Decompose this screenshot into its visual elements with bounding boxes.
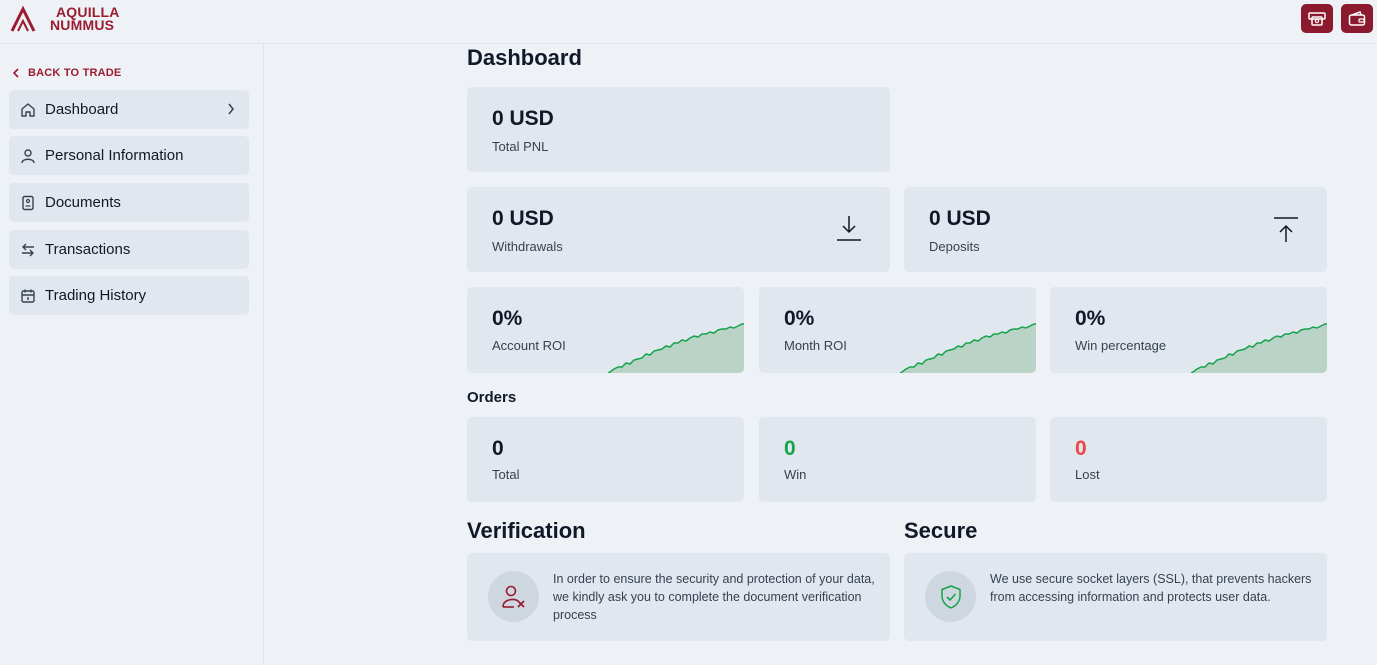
account-roi-label: Account ROI [492, 338, 566, 353]
transfer-icon [20, 242, 36, 258]
orders-win-card: 0 Win [759, 417, 1036, 502]
withdrawals-card[interactable]: 0 USD Withdrawals [467, 187, 890, 272]
secure-text: We use secure socket layers (SSL), that … [990, 572, 1312, 604]
brand-logo[interactable]: AQUILLA NUMMUS [10, 5, 120, 33]
sidebar-item-personal-information[interactable]: Personal Information [9, 136, 249, 175]
chevron-right-icon [227, 102, 235, 120]
month-roi-sparkline [900, 323, 1036, 373]
secure-icon-circle [925, 571, 976, 622]
page-title: Dashboard [467, 45, 582, 70]
top-bar: AQUILLA NUMMUS [0, 0, 1377, 44]
win-percentage-value: 0% [1075, 307, 1106, 330]
sidebar-item-label: Documents [45, 194, 121, 211]
orders-lost-card: 0 Lost [1050, 417, 1327, 502]
orders-lost-value: 0 [1075, 437, 1087, 460]
orders-lost-label: Lost [1075, 467, 1100, 482]
deposits-value: 0 USD [929, 207, 991, 230]
sidebar-item-trading-history[interactable]: Trading History [9, 276, 249, 315]
chevron-left-icon [12, 68, 19, 78]
verification-icon-circle [488, 571, 539, 622]
shield-check-icon [940, 584, 961, 609]
secure-title: Secure [904, 518, 978, 543]
verification-card[interactable]: In order to ensure the security and prot… [467, 553, 890, 641]
orders-total-card: 0 Total [467, 417, 744, 502]
download-icon [836, 214, 862, 247]
orders-heading: Orders [467, 389, 517, 406]
calendar-icon [20, 288, 36, 304]
wallet-icon [1348, 10, 1366, 26]
withdrawals-label: Withdrawals [492, 239, 563, 254]
back-to-trade-link[interactable]: BACK TO TRADE [12, 67, 121, 79]
total-pnl-card: 0 USD Total PNL [467, 87, 890, 172]
month-roi-value: 0% [784, 307, 815, 330]
cashier-icon [1308, 11, 1326, 26]
deposits-label: Deposits [929, 239, 980, 254]
orders-win-label: Win [784, 467, 807, 482]
sidebar-item-label: Trading History [45, 287, 147, 304]
upload-icon [1273, 216, 1299, 249]
sidebar-item-documents[interactable]: Documents [9, 183, 249, 222]
orders-win-value: 0 [784, 437, 796, 460]
document-icon [20, 195, 36, 211]
home-icon [20, 102, 36, 118]
win-percentage-sparkline [1191, 323, 1327, 373]
win-percentage-label: Win percentage [1075, 338, 1167, 353]
account-roi-value: 0% [492, 307, 523, 330]
total-pnl-label: Total PNL [492, 139, 549, 154]
brand-line-2: NUMMUS [50, 17, 115, 33]
orders-total-value: 0 [492, 437, 504, 460]
deposits-card[interactable]: 0 USD Deposits [904, 187, 1327, 272]
verification-title: Verification [467, 518, 586, 543]
back-to-trade-label: BACK TO TRADE [28, 67, 122, 79]
month-roi-card: 0% Month ROI [759, 287, 1036, 373]
sidebar-item-label: Dashboard [45, 101, 119, 118]
sidebar-item-dashboard[interactable]: Dashboard [9, 90, 249, 129]
user-x-icon [501, 585, 525, 608]
sidebar-item-label: Personal Information [45, 147, 184, 164]
month-roi-label: Month ROI [784, 338, 847, 353]
verification-text: In order to ensure the security and prot… [553, 572, 875, 622]
cashier-button[interactable] [1301, 4, 1333, 33]
sidebar-item-label: Transactions [45, 241, 131, 258]
total-pnl-value: 0 USD [492, 107, 554, 130]
sidebar-item-transactions[interactable]: Transactions [9, 230, 249, 269]
win-percentage-card: 0% Win percentage [1050, 287, 1327, 373]
account-roi-card: 0% Account ROI [467, 287, 744, 373]
user-icon [20, 148, 36, 164]
wallet-button[interactable] [1341, 4, 1373, 33]
orders-total-label: Total [492, 467, 520, 482]
withdrawals-value: 0 USD [492, 207, 554, 230]
account-roi-sparkline [608, 323, 744, 373]
secure-card: We use secure socket layers (SSL), that … [904, 553, 1327, 641]
sidebar: BACK TO TRADE Dashboard Personal Informa… [0, 44, 264, 665]
